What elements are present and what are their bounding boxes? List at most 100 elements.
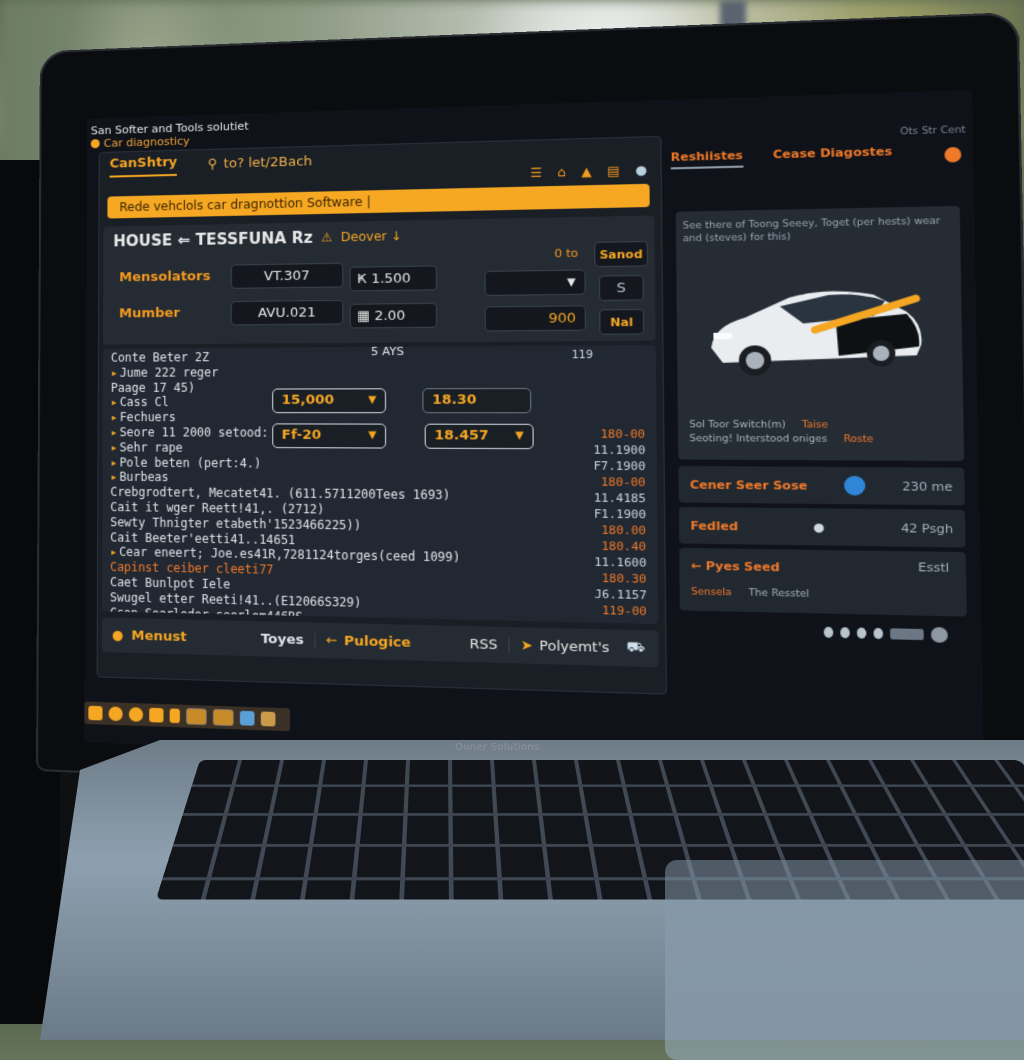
list-item[interactable]: Jume 222 reger: [111, 364, 460, 381]
metric-label: Fedled: [690, 518, 739, 533]
menu-icon[interactable]: ☰: [530, 165, 542, 180]
dropdown-4[interactable]: 18.457 ▼: [424, 423, 534, 450]
taskbar-folder-icon[interactable]: [212, 708, 234, 727]
software-banner[interactable]: Rede vehclols car dragnottion Software |: [107, 183, 650, 219]
taskbar-app-icon[interactable]: [88, 705, 103, 721]
chevron-down-icon: ▼: [368, 429, 377, 442]
info-value: Taise: [801, 419, 828, 431]
trackpad: [665, 860, 1024, 1060]
status-dot: [873, 627, 884, 640]
param-value-1b-field[interactable]: Ҝ 1.500: [349, 265, 437, 292]
diagnostic-list-panel: 5 AYS 119 Conte Beter 2ZJume 222 regerPa…: [101, 345, 659, 625]
send-icon: ➤: [520, 637, 533, 654]
vehicle-sidebar: Ots Str Cent Reshiistes Cease Diagostes …: [670, 125, 975, 706]
tab-diagnostics[interactable]: Cease Diagostes: [773, 144, 893, 166]
rss-button[interactable]: RSS: [458, 635, 510, 654]
reading-value: F7.1900: [593, 459, 646, 474]
warning-icon[interactable]: ▲: [581, 164, 591, 179]
taskbar-folder-icon[interactable]: [186, 707, 207, 726]
vehicle-warning-label[interactable]: Deover ↓: [341, 229, 402, 245]
tab-results[interactable]: Reshiistes: [670, 148, 744, 170]
k-icon: Ҝ: [356, 271, 372, 288]
fuel-action-button[interactable]: Esstl: [918, 560, 949, 575]
input-3[interactable]: 18.30: [422, 387, 532, 414]
param-label-2: Mumber: [119, 305, 180, 322]
reading-value: 180-00: [600, 427, 646, 442]
arrow-left-icon: ←: [690, 558, 706, 574]
bottom-left-group: ● Menust Toyes: [101, 627, 316, 649]
warning-icon: ⚠: [321, 230, 333, 245]
param-value-2b-field[interactable]: ▦ 2.00: [349, 302, 438, 329]
vehicle-title: HOUSE ⇐ TESSFUNA Rz: [113, 228, 313, 251]
taskbar-app-icon[interactable]: [108, 706, 123, 722]
reading-value: F1.1900: [593, 507, 646, 522]
tab-main[interactable]: CanShtry: [109, 154, 178, 178]
reading-value: 11.1900: [593, 443, 646, 458]
laptop-screen: San Softer and Tools solutiet Car diagno…: [84, 89, 985, 777]
globe-icon[interactable]: ●: [635, 163, 647, 178]
taskbar-app-icon[interactable]: [128, 707, 144, 722]
types-button[interactable]: Toyes: [261, 631, 304, 648]
param-value-1a[interactable]: VT.307: [230, 262, 344, 289]
status-indicators: [823, 625, 948, 643]
laptop-brand-label: Ouner Solutions: [455, 742, 540, 753]
settings-icon[interactable]: [930, 626, 948, 643]
taskbar-image-icon[interactable]: [239, 710, 255, 726]
search-field[interactable]: ⚲ to? let/2Bach: [208, 154, 312, 172]
search-input[interactable]: to? let/2Bach: [224, 154, 313, 172]
diagnostic-app: CanShtry ⚲ to? let/2Bach ☰ ⌂ ▲ ▤ ● Rede …: [96, 135, 667, 695]
param-input[interactable]: 900: [484, 305, 586, 332]
dropdown-1[interactable]: 15,000 ▼: [272, 388, 387, 414]
range-label: 0 to: [554, 246, 579, 261]
input-3-value: 18.30: [432, 392, 477, 408]
fuel-panel: ← Pyes Seed Esstl Sensela The Resstel: [679, 547, 967, 617]
back-label: Pulogice: [343, 633, 411, 651]
param-value-2a[interactable]: AVU.021: [230, 299, 344, 326]
window-titlebar: San Softer and Tools solutiet Car diagno…: [90, 119, 249, 150]
metric-value: 230 me: [902, 478, 953, 494]
rss-label: RSS: [469, 636, 498, 653]
payments-button[interactable]: ➤ Polyemt's: [509, 637, 620, 656]
fuel-sub-value: The Resstel: [748, 587, 810, 601]
dropdown-2-value: Ff-20: [281, 427, 322, 444]
status-dot: [823, 626, 834, 638]
taskbar-app-icon[interactable]: [260, 711, 276, 727]
list-item[interactable]: Conte Beter 2Z: [111, 348, 459, 365]
reading-value: 180.30: [601, 571, 647, 587]
chevron-down-icon: ▼: [515, 430, 524, 442]
taskbar-app-icon[interactable]: [149, 707, 164, 723]
reading-value: 119-00: [601, 603, 647, 619]
taskbar: [84, 701, 291, 732]
status-dot: [840, 627, 850, 639]
toolbar: ☰ ⌂ ▲ ▤ ●: [530, 163, 647, 181]
document-icon[interactable]: ▤: [607, 163, 620, 178]
search-icon: ⚲: [207, 156, 218, 173]
dropdown-2[interactable]: Ff-20 ▼: [272, 423, 387, 449]
chevron-down-icon: ▼: [368, 394, 377, 406]
taskbar-app-icon[interactable]: [169, 708, 180, 724]
vehicle-card: See there of Toong Seeey, Toget (per hes…: [675, 205, 965, 462]
info-label: Sol Toor Switch(m): [689, 419, 786, 431]
metric-row[interactable]: Cener Seer Sose 230 me: [678, 465, 965, 506]
arrow-left-icon: ←: [325, 632, 338, 649]
send-button[interactable]: Sanod: [594, 240, 649, 268]
notification-icon[interactable]: [944, 146, 962, 163]
list-counter: 119: [571, 349, 593, 362]
sidebar-header: Ots Str Cent: [900, 124, 966, 138]
metric-label: Cener Seer Sose: [689, 477, 808, 493]
param-select[interactable]: ▼: [484, 269, 586, 296]
readings-column: 180-00 11.1900 F7.1900 180-00 11.4185 F1.1900…: [593, 426, 647, 619]
gauge-icon: [843, 475, 866, 496]
info-value: Roste: [843, 434, 874, 446]
laptop-lid: San Softer and Tools solutiet Car diagno…: [36, 11, 1024, 812]
reading-value: 11.1600: [594, 555, 647, 570]
s-button[interactable]: S: [598, 274, 644, 301]
menu-button[interactable]: Menust: [131, 628, 186, 645]
back-button[interactable]: ← Pulogice: [315, 632, 421, 651]
reading-value: 180.00: [601, 523, 647, 538]
home-icon[interactable]: ⌂: [557, 165, 566, 180]
dropdown-1-value: 15,000: [281, 392, 335, 408]
metric-row[interactable]: Fedled ● 42 Psgh: [678, 506, 966, 548]
car-icon[interactable]: ⛟: [626, 639, 645, 658]
nal-button[interactable]: Nal: [599, 308, 645, 335]
